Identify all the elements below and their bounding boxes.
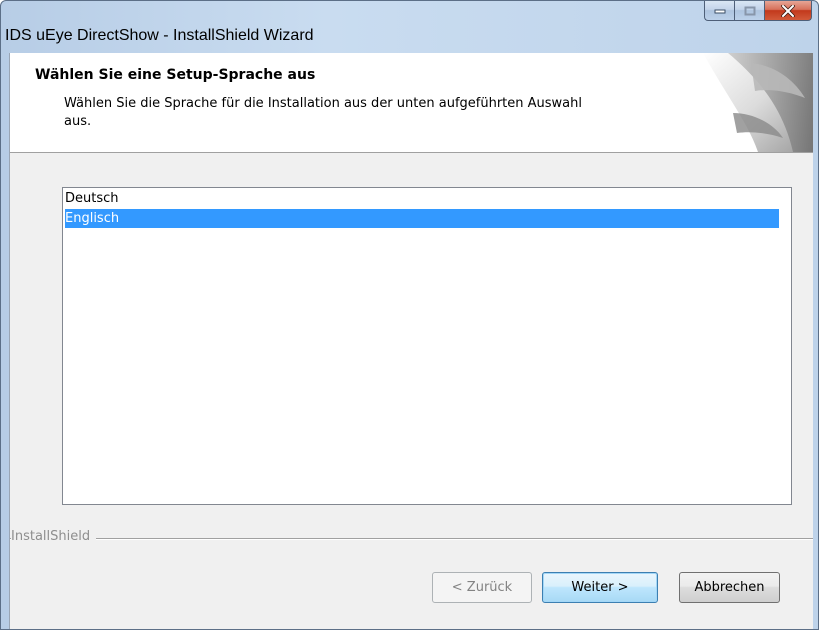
back-button[interactable]: < Zurück — [432, 572, 532, 603]
minimize-button[interactable] — [704, 1, 734, 21]
close-button[interactable] — [764, 1, 812, 21]
maximize-button[interactable] — [734, 1, 764, 21]
page-description: Wählen Sie die Sprache für die Installat… — [64, 96, 582, 129]
separator-line — [10, 538, 813, 540]
installshield-label: InstallShield — [11, 529, 97, 544]
next-button[interactable]: Weiter > — [542, 572, 658, 603]
list-item-englisch[interactable]: Englisch — [65, 209, 779, 228]
installer-window: IDS uEye DirectShow - InstallShield Wiza… — [0, 0, 819, 630]
window-title: IDS uEye DirectShow - InstallShield Wiza… — [5, 27, 314, 44]
close-icon — [781, 4, 795, 17]
list-item-deutsch[interactable]: Deutsch — [65, 189, 779, 208]
language-listbox[interactable]: Deutsch Englisch — [62, 187, 792, 505]
caption-buttons — [704, 1, 812, 27]
title-bar[interactable] — [1, 1, 818, 23]
wizard-header: Wählen Sie eine Setup-Sprache aus Wählen… — [10, 53, 813, 153]
installshield-header-graphic — [703, 53, 813, 152]
cancel-button[interactable]: Abbrechen — [679, 572, 780, 603]
minimize-icon — [714, 9, 725, 13]
wizard-dialog: Wählen Sie eine Setup-Sprache aus Wählen… — [9, 53, 813, 629]
maximize-icon — [744, 6, 755, 15]
page-title: Wählen Sie eine Setup-Sprache aus — [35, 67, 316, 83]
